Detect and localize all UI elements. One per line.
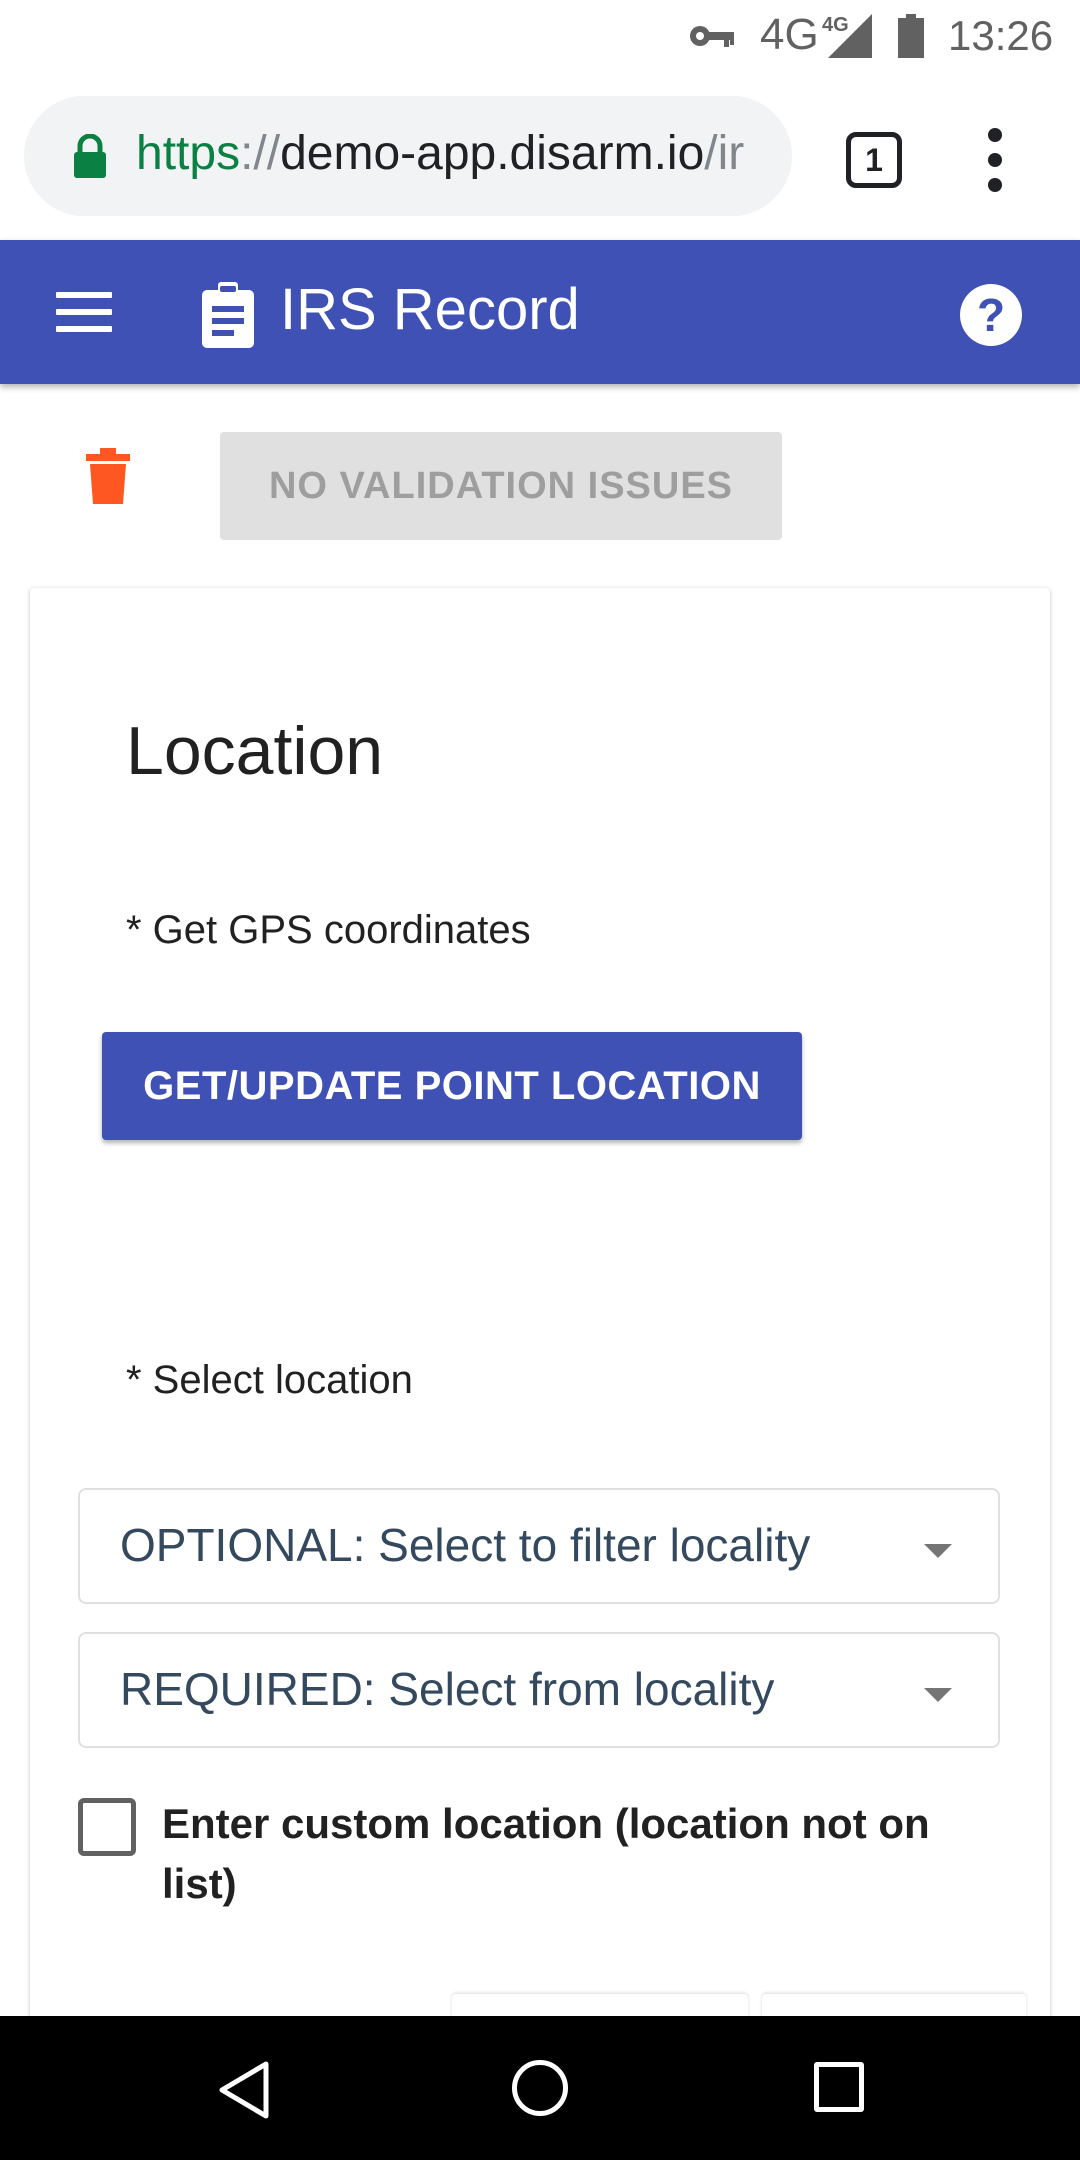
delete-icon[interactable] [86, 448, 130, 504]
url-host: demo-app.disarm.io [280, 127, 705, 180]
app-toolbar: IRS Record [0, 240, 1080, 384]
tab-switcher-button[interactable]: 1 [846, 132, 902, 188]
custom-location-checkbox[interactable] [78, 1798, 136, 1856]
battery-icon [898, 14, 924, 58]
clipboard-icon [202, 282, 254, 348]
url-path: /ir [704, 127, 745, 180]
clock: 13:26 [948, 12, 1054, 59]
location-card: Location * Get GPS coordinates GET/UPDAT… [30, 588, 1050, 2128]
key-icon [690, 26, 734, 47]
status-bar: 4G 4G 13:26 [0, 0, 1080, 72]
network-type-label: 4G [760, 10, 819, 59]
select-location-label: * Select location [126, 1358, 413, 1402]
locality-placeholder: REQUIRED: Select from locality [120, 1663, 775, 1715]
lock-icon [74, 134, 106, 178]
home-icon[interactable] [512, 2060, 568, 2116]
url-text: https://demo-app.disarm.io/ir [136, 126, 744, 181]
menu-icon[interactable] [56, 292, 112, 332]
url-scheme: https [136, 127, 241, 180]
back-icon[interactable] [216, 2060, 272, 2120]
recents-icon[interactable] [814, 2062, 864, 2112]
browser-toolbar: https://demo-app.disarm.io/ir 1 [0, 72, 1080, 240]
help-icon[interactable]: ? [960, 284, 1022, 346]
get-location-button[interactable]: GET/UPDATE POINT LOCATION [102, 1032, 802, 1140]
gps-label: * Get GPS coordinates [126, 908, 531, 952]
url-bar[interactable]: https://demo-app.disarm.io/ir [24, 96, 792, 216]
validation-status-button[interactable]: NO VALIDATION ISSUES [220, 432, 782, 540]
filter-locality-select[interactable]: OPTIONAL: Select to filter locality [78, 1488, 1000, 1604]
page-title: IRS Record [280, 277, 580, 342]
custom-location-label: Enter custom location (location not on l… [162, 1800, 930, 1907]
chevron-down-icon [924, 1688, 952, 1702]
signal-icon [828, 14, 872, 58]
system-nav-bar [0, 2016, 1080, 2160]
section-title: Location [126, 713, 384, 789]
locality-select[interactable]: REQUIRED: Select from locality [78, 1632, 1000, 1748]
overflow-menu-icon[interactable] [984, 128, 1006, 192]
url-separator: :// [240, 127, 281, 180]
filter-locality-placeholder: OPTIONAL: Select to filter locality [120, 1519, 811, 1571]
chevron-down-icon [924, 1544, 952, 1558]
